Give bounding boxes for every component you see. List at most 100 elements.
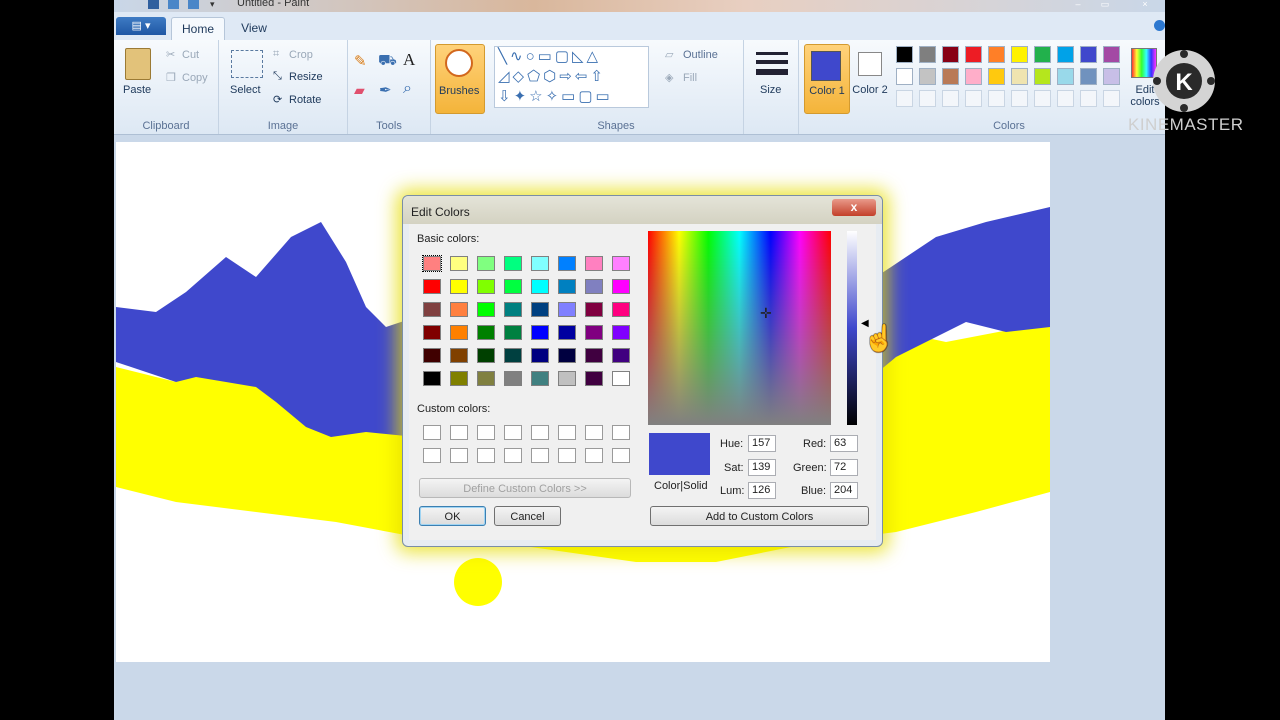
basic-color-swatch[interactable]: [558, 348, 576, 363]
close-window-button[interactable]: ×: [1134, 0, 1156, 9]
palette-empty-swatch[interactable]: [942, 90, 959, 107]
select-icon[interactable]: [231, 50, 263, 78]
basic-color-swatch[interactable]: [477, 325, 495, 340]
basic-color-swatch[interactable]: [558, 279, 576, 294]
custom-color-swatch[interactable]: [423, 448, 441, 463]
basic-color-swatch[interactable]: [531, 325, 549, 340]
basic-color-swatch[interactable]: [504, 325, 522, 340]
palette-color-swatch[interactable]: [1103, 68, 1120, 85]
basic-color-swatch[interactable]: [423, 279, 441, 294]
basic-color-swatch[interactable]: [450, 279, 468, 294]
basic-color-swatch[interactable]: [423, 302, 441, 317]
crop-icon[interactable]: ⌗: [273, 48, 279, 61]
sat-input[interactable]: 139: [748, 459, 776, 476]
basic-color-swatch[interactable]: [531, 302, 549, 317]
palette-color-swatch[interactable]: [942, 46, 959, 63]
basic-color-swatch[interactable]: [423, 325, 441, 340]
palette-empty-swatch[interactable]: [1034, 90, 1051, 107]
shapes-gallery[interactable]: ╲∿○▭▢◺△ ◿◇⬠⬡⇨⇦⇧ ⇩✦☆✧▭▢▭: [494, 46, 649, 108]
palette-color-swatch[interactable]: [1080, 46, 1097, 63]
select-button[interactable]: Select: [230, 84, 261, 96]
basic-color-swatch[interactable]: [531, 371, 549, 386]
text-icon[interactable]: A: [403, 50, 415, 70]
cancel-button[interactable]: Cancel: [494, 506, 561, 526]
basic-color-swatch[interactable]: [504, 348, 522, 363]
custom-color-swatch[interactable]: [450, 448, 468, 463]
maximize-button[interactable]: ▭: [1094, 0, 1116, 9]
ok-button[interactable]: OK: [419, 506, 486, 526]
tab-home[interactable]: Home: [171, 17, 225, 41]
customize-quick-access-icon[interactable]: ▾: [210, 0, 218, 9]
cut-icon[interactable]: ✂: [166, 48, 175, 61]
basic-color-swatch[interactable]: [612, 325, 630, 340]
color2-button[interactable]: Color 2: [852, 44, 890, 112]
pencil-icon[interactable]: ✎: [354, 52, 367, 70]
basic-color-swatch[interactable]: [504, 279, 522, 294]
basic-color-swatch[interactable]: [612, 348, 630, 363]
rotate-icon[interactable]: ⟳: [273, 93, 282, 106]
palette-color-swatch[interactable]: [988, 46, 1005, 63]
palette-color-swatch[interactable]: [942, 68, 959, 85]
palette-color-swatch[interactable]: [988, 68, 1005, 85]
custom-color-swatch[interactable]: [504, 425, 522, 440]
palette-empty-swatch[interactable]: [988, 90, 1005, 107]
crop-button[interactable]: Crop: [289, 49, 313, 61]
file-menu-button[interactable]: ▤ ▾: [116, 17, 166, 35]
resize-button[interactable]: Resize: [289, 71, 323, 83]
lum-input[interactable]: 126: [748, 482, 776, 499]
palette-color-swatch[interactable]: [1103, 46, 1120, 63]
custom-color-swatch[interactable]: [531, 425, 549, 440]
fill-button[interactable]: Fill: [683, 72, 697, 84]
basic-color-swatch[interactable]: [504, 256, 522, 271]
palette-color-swatch[interactable]: [896, 68, 913, 85]
tab-view[interactable]: View: [232, 17, 276, 40]
basic-color-swatch[interactable]: [585, 348, 603, 363]
palette-color-swatch[interactable]: [1034, 46, 1051, 63]
basic-color-swatch[interactable]: [423, 348, 441, 363]
palette-empty-swatch[interactable]: [1080, 90, 1097, 107]
outline-icon[interactable]: ▱: [665, 48, 673, 61]
blue-input[interactable]: 204: [830, 482, 858, 499]
custom-color-swatch[interactable]: [558, 448, 576, 463]
custom-color-swatch[interactable]: [612, 448, 630, 463]
outline-button[interactable]: Outline: [683, 49, 718, 61]
basic-color-swatch[interactable]: [585, 302, 603, 317]
palette-empty-swatch[interactable]: [896, 90, 913, 107]
basic-color-swatch[interactable]: [450, 325, 468, 340]
hue-input[interactable]: 157: [748, 435, 776, 452]
basic-color-swatch[interactable]: [531, 279, 549, 294]
brushes-button[interactable]: Brushes: [435, 44, 485, 114]
basic-color-swatch[interactable]: [477, 348, 495, 363]
palette-color-swatch[interactable]: [1011, 68, 1028, 85]
basic-color-swatch[interactable]: [504, 371, 522, 386]
minimize-button[interactable]: –: [1067, 0, 1089, 9]
palette-empty-swatch[interactable]: [1103, 90, 1120, 107]
rotate-button[interactable]: Rotate: [289, 94, 321, 106]
basic-color-swatch[interactable]: [531, 256, 549, 271]
basic-color-swatch[interactable]: [477, 279, 495, 294]
basic-color-swatch[interactable]: [585, 279, 603, 294]
save-icon[interactable]: [148, 0, 159, 9]
fill-bucket-icon[interactable]: ⛟: [378, 52, 397, 71]
basic-color-swatch[interactable]: [558, 371, 576, 386]
custom-color-swatch[interactable]: [477, 425, 495, 440]
custom-color-swatch[interactable]: [612, 425, 630, 440]
cut-button[interactable]: Cut: [182, 49, 199, 61]
paste-icon[interactable]: [125, 48, 151, 80]
basic-color-swatch[interactable]: [585, 371, 603, 386]
basic-color-swatch[interactable]: [450, 302, 468, 317]
palette-color-swatch[interactable]: [1011, 46, 1028, 63]
color1-button[interactable]: Color 1: [804, 44, 850, 114]
add-to-custom-colors-button[interactable]: Add to Custom Colors: [650, 506, 869, 526]
undo-icon[interactable]: [168, 0, 179, 9]
palette-color-swatch[interactable]: [965, 46, 982, 63]
eraser-icon[interactable]: ▰: [354, 82, 365, 99]
basic-color-swatch[interactable]: [450, 371, 468, 386]
custom-color-swatch[interactable]: [585, 425, 603, 440]
basic-color-swatch[interactable]: [612, 371, 630, 386]
color-picker-icon[interactable]: ✒: [379, 81, 392, 99]
custom-color-swatch[interactable]: [477, 448, 495, 463]
fill-icon[interactable]: ◈: [665, 71, 673, 84]
basic-color-swatch[interactable]: [531, 348, 549, 363]
magnifier-icon[interactable]: ⌕: [403, 80, 412, 98]
